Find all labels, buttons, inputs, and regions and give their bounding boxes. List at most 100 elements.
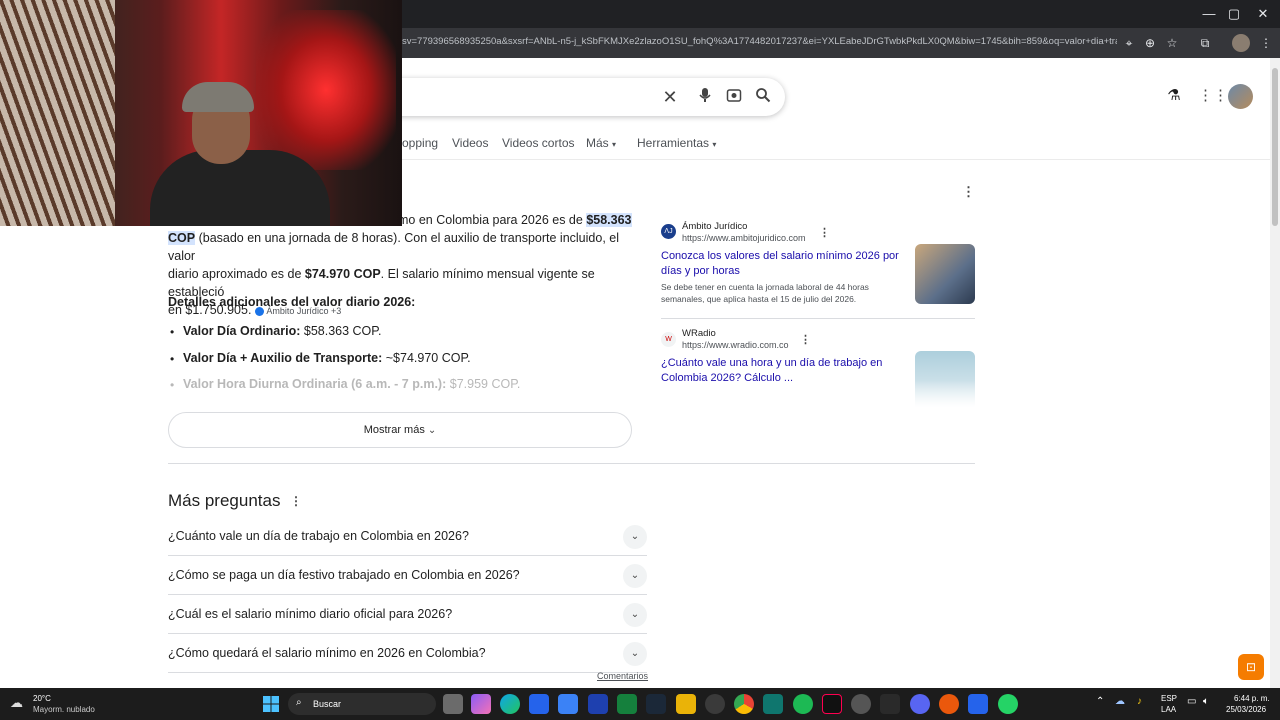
bullet-label: Valor Hora Diurna Ordinaria (6 a.m. - 7 … <box>183 377 447 391</box>
tab-videos-cortos[interactable]: Videos cortos <box>502 136 575 150</box>
bullet-item: • Valor Día + Auxilio de Transporte: ~$74… <box>168 351 471 366</box>
faq-item[interactable]: ¿Cómo quedará el salario mínimo en 2026 … <box>168 634 647 673</box>
volume-icon[interactable]: 🔈︎ <box>1203 696 1209 707</box>
faq-question: ¿Cómo se paga un día festivo trabajado e… <box>168 568 520 582</box>
task-view-icon[interactable] <box>443 694 463 714</box>
taskbar-search-box[interactable]: ⌕ Buscar <box>288 693 436 715</box>
spotify-icon[interactable] <box>793 694 813 714</box>
clock-date[interactable]: 25/03/2026 <box>1226 705 1266 714</box>
extensions-icon[interactable]: ⧉ <box>1196 34 1214 52</box>
bullet-item-faded: • Valor Hora Diurna Ordinaria (6 a.m. - 7… <box>168 377 520 392</box>
microphone-icon[interactable]: ♪ <box>1137 696 1142 707</box>
source-more-icon[interactable]: ⋮ <box>800 333 811 346</box>
source-more-icon[interactable]: ⋮ <box>819 226 830 239</box>
page-scrollbar[interactable] <box>1270 58 1280 688</box>
source-description: Se debe tener en cuenta la jornada labor… <box>661 282 869 304</box>
faq-question: ¿Cuánto vale un día de trabajo en Colomb… <box>168 529 469 543</box>
more-questions-menu-icon[interactable]: ⋮ <box>290 494 302 508</box>
language-bottom[interactable]: LAA <box>1161 705 1176 714</box>
show-more-button[interactable]: Mostrar más ⌄ <box>168 412 632 448</box>
chevron-down-icon[interactable]: ⌄ <box>623 564 647 588</box>
microphone-icon[interactable] <box>695 87 715 107</box>
word-icon[interactable] <box>588 694 608 714</box>
language-top[interactable]: ESP <box>1161 694 1177 703</box>
source-divider <box>661 318 975 319</box>
faq-item[interactable]: ¿Cómo se paga un día festivo trabajado e… <box>168 556 647 595</box>
faq-question: ¿Cómo quedará el salario mínimo en 2026 … <box>168 646 486 660</box>
tab-videos[interactable]: Videos <box>452 136 488 150</box>
onedrive-cloud-icon[interactable]: ☁ <box>1115 696 1125 707</box>
chevron-down-icon[interactable]: ⌄ <box>623 525 647 549</box>
tray-chevron-up-icon[interactable]: ⌃ <box>1096 696 1104 707</box>
source-url[interactable]: https://www.ambitojuridico.com <box>682 233 806 243</box>
bullet-label: Valor Día Ordinario: <box>183 324 301 338</box>
discord-icon[interactable] <box>910 694 930 714</box>
settings-gear-icon[interactable] <box>851 694 871 714</box>
whatsapp-icon[interactable] <box>998 694 1018 714</box>
url-text[interactable]: sv=779396568935250a&sxsrf=ANbL-n5-j_kSbF… <box>402 36 1117 47</box>
faq-item[interactable]: ¿Cuánto vale un día de trabajo en Colomb… <box>168 517 647 556</box>
mail-icon[interactable] <box>558 694 578 714</box>
answer-line-2: COP (basado en una jornada de 8 horas). … <box>168 229 638 265</box>
faq-item[interactable]: ¿Cuál es el salario mínimo diario oficia… <box>168 595 647 634</box>
bullet-text: Valor Hora Diurna Ordinaria (6 a.m. - 7 … <box>168 377 520 391</box>
scrollbar-thumb[interactable] <box>1272 68 1278 226</box>
epic-games-icon[interactable] <box>880 694 900 714</box>
weather-desc[interactable]: Mayorm. nublado <box>33 705 95 714</box>
chevron-down-icon[interactable]: ⌄ <box>623 603 647 627</box>
defender-shield-icon[interactable] <box>968 694 988 714</box>
network-icon[interactable]: ▭ <box>1187 696 1196 707</box>
clock-time[interactable]: 6:44 p. m. <box>1234 694 1270 703</box>
clear-search-icon[interactable]: ✕ <box>660 87 680 107</box>
tab-herramientas[interactable]: Herramientas ▾ <box>637 136 716 150</box>
screenshot-tool-icon[interactable]: ⊡ <box>1238 654 1264 680</box>
bookmark-star-icon[interactable]: ☆ <box>1163 34 1181 52</box>
chrome-icon[interactable] <box>734 694 754 714</box>
store-icon[interactable] <box>529 694 549 714</box>
chevron-down-icon: ⌄ <box>427 425 437 436</box>
excel-icon[interactable] <box>617 694 637 714</box>
search-icon[interactable] <box>753 87 773 107</box>
details-heading: Detalles adicionales del valor diario 20… <box>168 295 416 309</box>
overview-menu-icon[interactable]: ⋮ <box>962 184 975 200</box>
weather-temp[interactable]: 20°C <box>33 694 51 703</box>
bullet-text: Valor Día Ordinario: $58.363 COP. <box>168 324 381 338</box>
bullet-text: Valor Día + Auxilio de Transporte: ~$74.… <box>168 351 471 365</box>
source-title-link[interactable]: Conozca los valores del salario mínimo 2… <box>661 249 906 279</box>
app-icon[interactable] <box>763 694 783 714</box>
tab-mas[interactable]: Más ▾ <box>586 136 616 150</box>
windows-start-icon[interactable] <box>263 696 279 712</box>
taskbar-search-label: Buscar <box>313 699 342 709</box>
browser-menu-icon[interactable]: ⋮ <box>1257 34 1275 52</box>
labs-flask-icon[interactable]: ⚗ <box>1164 86 1184 106</box>
feedback-link[interactable]: Comentarios <box>597 671 648 681</box>
profile-avatar-icon[interactable] <box>1232 34 1250 52</box>
search-box[interactable]: ✕ <box>380 78 785 116</box>
steam-icon[interactable] <box>646 694 666 714</box>
tiktok-icon[interactable] <box>822 694 842 714</box>
app-icon[interactable] <box>705 694 725 714</box>
lens-camera-icon[interactable] <box>724 87 744 107</box>
edge-icon[interactable] <box>500 694 520 714</box>
source-thumbnail[interactable] <box>915 244 975 304</box>
search-icon: ⌕ <box>296 697 302 708</box>
weather-cloud-icon[interactable]: ☁ <box>10 695 30 711</box>
bullet-label: Valor Día + Auxilio de Transporte: <box>183 351 383 365</box>
app-icon[interactable] <box>939 694 959 714</box>
tab-mas-label: Más <box>586 136 609 150</box>
copilot-icon[interactable] <box>471 694 491 714</box>
section-divider <box>168 463 975 464</box>
location-icon[interactable]: ⌖ <box>1120 34 1138 52</box>
account-avatar[interactable] <box>1228 84 1253 109</box>
curtain-pattern <box>0 0 115 226</box>
answer-line-1-text: mo en Colombia para 2026 es de <box>398 213 583 227</box>
zoom-icon[interactable]: ⊕ <box>1141 34 1159 52</box>
chevron-down-icon[interactable]: ⌄ <box>623 642 647 666</box>
file-explorer-icon[interactable] <box>676 694 696 714</box>
tab-shopping[interactable]: opping <box>402 136 438 150</box>
person-cap <box>182 82 254 112</box>
apps-grid-icon[interactable]: ⋮⋮ <box>1198 86 1228 106</box>
close-window-button[interactable]: ✕ <box>1246 5 1280 23</box>
source-site-name: WRadio <box>682 328 716 339</box>
source-url[interactable]: https://www.wradio.com.co <box>682 340 789 350</box>
